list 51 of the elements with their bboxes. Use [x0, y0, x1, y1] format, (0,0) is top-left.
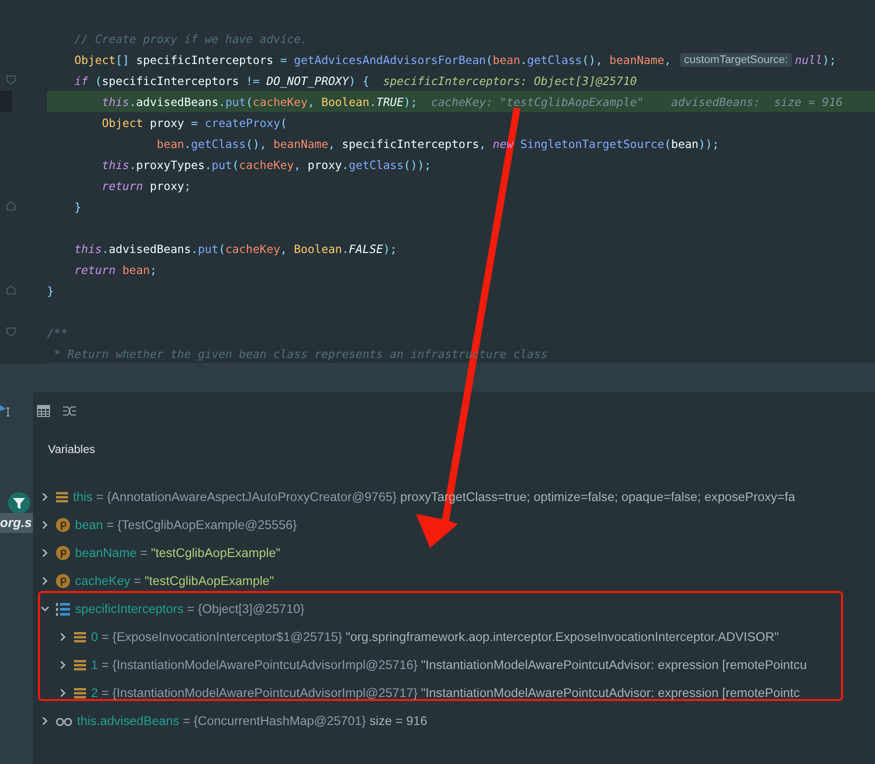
code-line: return bean; — [73, 262, 157, 276]
expand-chevron-icon[interactable] — [58, 688, 68, 698]
code-comment: /** — [47, 326, 68, 340]
expand-chevron-icon[interactable] — [40, 492, 50, 502]
code-line: return proxy; — [100, 178, 192, 192]
code-line: this.proxyTypes.put(cacheKey, proxy.getClass()); — [100, 158, 432, 172]
field-icon — [56, 491, 68, 503]
field-icon — [74, 659, 86, 671]
expand-chevron-icon[interactable] — [40, 716, 50, 726]
expand-chevron-icon[interactable] — [40, 520, 50, 530]
array-icon — [56, 602, 70, 616]
parameter-icon — [56, 518, 70, 532]
panel-title: Variables — [47, 443, 96, 458]
fold-start-icon — [6, 327, 16, 337]
code-text: Object[] specificInterceptors = getAdvicesAndAdvisorsForBean(bean.getClass(), beanName, — [73, 52, 672, 66]
code-line: } — [73, 200, 82, 214]
fold-end-icon — [6, 285, 16, 295]
frame-item[interactable]: org.s — [0, 513, 33, 533]
variable-value: beanName = "testCglibAopExample" — [75, 546, 280, 560]
code-text: null); — [794, 52, 836, 66]
inline-value-hint: specificInterceptors: Object[3]@25710 — [383, 74, 637, 88]
field-icon — [74, 631, 86, 643]
expand-chevron-icon[interactable] — [58, 660, 68, 670]
code-text: this.advisedBeans.put(cacheKey, Boolean.TRUE); — [100, 94, 418, 108]
table-icon — [37, 405, 50, 417]
filter-icon — [8, 492, 30, 514]
code-comment: // Create proxy if we have advice. — [73, 32, 308, 46]
code-line: this.advisedBeans.put(cacheKey, Boolean.FALSE); — [73, 242, 397, 256]
field-icon — [74, 687, 86, 699]
expand-chevron-icon[interactable] — [58, 632, 68, 642]
variable-value: bean = {TestCglibAopExample@25556} — [75, 518, 297, 532]
variable-value: cacheKey = "testCglibAopExample" — [75, 574, 274, 588]
parameter-icon — [56, 574, 70, 588]
fold-start-icon — [6, 75, 16, 85]
code-text: if (specificInterceptors != DO_NOT_PROXY) { — [73, 74, 370, 88]
variable-value: 1 = {InstantiationModelAwarePointcutAdvisorImpl@25716} "InstantiationModelAwarePointcutAdvisor: expression [remotePointcu — [91, 658, 807, 672]
parameter-icon — [56, 546, 70, 560]
expand-chevron-icon[interactable] — [40, 576, 50, 586]
variable-value: specificInterceptors = {Object[3]@25710} — [75, 602, 304, 616]
expand-chevron-icon[interactable] — [40, 548, 50, 558]
split-lines-icon — [63, 405, 76, 417]
fold-end-icon — [6, 201, 16, 211]
inline-value-hint: cacheKey: "testCglibAopExample" advisedBeans: size = 916 — [431, 94, 843, 108]
collapse-chevron-icon[interactable] — [40, 604, 50, 614]
variable-value: 0 = {ExposeInvocationInterceptor$1@25715} "org.springframework.aop.interceptor.ExposeInvocationInterceptor.ADVISOR" — [91, 630, 779, 644]
variable-value: this.advisedBeans = {ConcurrentHashMap@25701} size = 916 — [77, 714, 428, 728]
parameter-hint: customTargetSource: — [680, 52, 792, 66]
variable-value: 2 = {InstantiationModelAwarePointcutAdvisorImpl@25717} "InstantiationModelAwarePointcutAdvisor: expression [remotePointc — [91, 686, 800, 700]
code-line: Object proxy = createProxy( — [100, 116, 288, 130]
code-line: } — [47, 284, 54, 298]
cursor-icon — [0, 403, 12, 417]
